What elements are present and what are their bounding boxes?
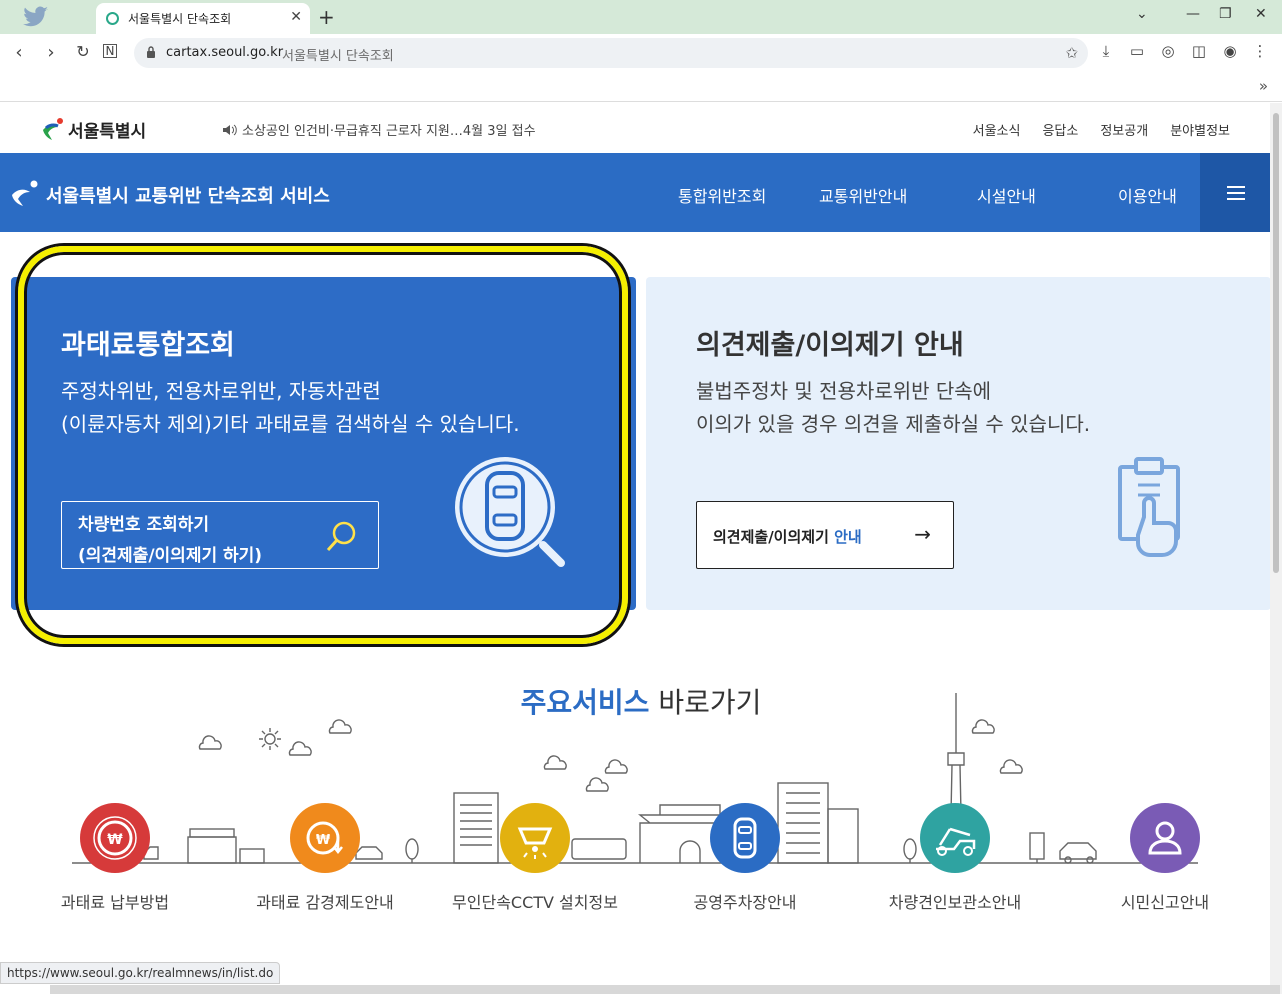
- profile-icon[interactable]: ◉: [1220, 42, 1240, 60]
- objection-guide-card: 의견제출/이의제기 안내 불법주정차 및 전용차로위반 단속에 이의가 있을 경…: [646, 277, 1270, 610]
- tab-active[interactable]: 서울특별시 단속조회 ✕: [96, 3, 310, 34]
- browser-window: 서울특별시 단속조회 ✕ + ⌄ — ❐ ✕ ‹ › ↻ N cartax.se…: [0, 0, 1282, 994]
- objection-heading: 의견제출/이의제기 안내: [696, 330, 964, 361]
- objection-desc-1: 불법주정차 및 전용차로위반 단속에: [696, 379, 992, 403]
- menu-facility-guide[interactable]: 시설안내: [977, 183, 1036, 207]
- reader-mode-icon[interactable]: N: [103, 44, 117, 58]
- car-top-view-icon: [710, 803, 780, 873]
- top-links: 서울소식 응답소 정보공개 분야별정보: [973, 120, 1230, 139]
- seoul-logo-mark-icon: [43, 118, 63, 140]
- cctv-camera-icon: [500, 803, 570, 873]
- menu-integrated-search[interactable]: 통합위반조회: [678, 183, 766, 207]
- tab-title: 서울특별시 단속조회: [128, 12, 232, 26]
- service-label: 차량견인보관소안내: [888, 893, 1022, 912]
- status-bar-url: https://www.seoul.go.kr/realmnews/in/lis…: [0, 962, 281, 984]
- forward-icon[interactable]: ›: [40, 42, 62, 63]
- sidebar-icon[interactable]: ◫: [1189, 42, 1209, 60]
- cast-icon[interactable]: ▭: [1127, 42, 1147, 60]
- service-label: 공영주차장안내: [693, 893, 797, 912]
- service-title[interactable]: 서울특별시 교통위반 단속조회 서비스: [46, 182, 330, 208]
- tab-list-chevron-icon[interactable]: ⌄: [1136, 6, 1148, 22]
- close-window-icon[interactable]: ✕: [1255, 6, 1267, 22]
- top-link-info-disclosure[interactable]: 정보공개: [1100, 120, 1148, 139]
- hamburger-menu-icon[interactable]: [1200, 153, 1270, 232]
- objection-desc-2: 이의가 있을 경우 의견을 제출하실 수 있습니다.: [696, 412, 1091, 436]
- won-refund-icon: ₩: [290, 803, 360, 873]
- top-link-field-info[interactable]: 분야별정보: [1170, 120, 1230, 139]
- main-navigation: 서울특별시 교통위반 단속조회 서비스 통합위반조회 교통위반안내 시설안내 이…: [0, 153, 1270, 232]
- new-tab-button[interactable]: +: [318, 5, 335, 29]
- notice-ticker[interactable]: 소상공인 인건비·무급휴직 근로자 지원…4월 3일 접수: [222, 120, 536, 139]
- service-label: 시민신고안내: [1120, 893, 1210, 912]
- scrollbar-thumb[interactable]: [1273, 113, 1279, 573]
- notice-text: 소상공인 인건비·무급휴직 근로자 지원…4월 3일 접수: [242, 124, 536, 139]
- speaker-icon: [223, 124, 237, 135]
- address-bar[interactable]: cartax.seoul.go.kr 서울특별시 단속조회 ✩: [134, 38, 1088, 68]
- bookmarks-more-icon[interactable]: »: [1259, 77, 1268, 95]
- minimize-icon[interactable]: —: [1186, 6, 1200, 22]
- seoul-logo-text: 서울특별시: [68, 121, 147, 142]
- site-favicon-icon: [106, 12, 119, 25]
- arrow-right-icon: →: [914, 522, 931, 546]
- browser-toolbar: ‹ › ↻ N cartax.seoul.go.kr 서울특별시 단속조회 ✩ …: [0, 34, 1282, 72]
- top-link-response[interactable]: 응답소: [1042, 120, 1078, 139]
- svg-text:₩: ₩: [107, 832, 123, 848]
- tab-close-icon[interactable]: ✕: [290, 9, 302, 25]
- back-icon[interactable]: ‹: [8, 42, 30, 63]
- menu-violation-guide[interactable]: 교통위반안내: [819, 183, 907, 207]
- url-domain: cartax.seoul.go.kr: [166, 45, 284, 60]
- objection-guide-button[interactable]: 의견제출/이의제기 안내 →: [696, 501, 954, 569]
- page-content: 서울특별시 소상공인 인건비·무급휴직 근로자 지원…4월 3일 접수 서울소식…: [0, 103, 1270, 994]
- bookmarks-bar: »: [0, 72, 1282, 102]
- yellow-highlight-outline: [18, 246, 628, 644]
- svg-text:₩: ₩: [316, 833, 331, 848]
- seoul-logo[interactable]: 서울특별시: [40, 115, 146, 143]
- person-icon: [1130, 803, 1200, 873]
- url-page-title: 서울특별시 단속조회: [282, 49, 394, 64]
- service-label: 과태료 감경제도안내: [256, 893, 394, 912]
- cityscape-illustration: [72, 693, 1198, 864]
- bookmark-star-icon[interactable]: ✩: [1065, 44, 1078, 62]
- lock-icon: [147, 46, 155, 58]
- twitter-bird-icon[interactable]: [22, 6, 50, 28]
- tow-truck-icon: [920, 803, 990, 873]
- screenshot-icon[interactable]: ◎: [1158, 42, 1178, 60]
- service-label: 무인단속CCTV 설치정보: [452, 893, 618, 912]
- service-label: 과태료 납부방법: [60, 893, 170, 912]
- site-logo-icon: [12, 180, 38, 206]
- reload-icon[interactable]: ↻: [72, 42, 94, 61]
- clipboard-hand-icon: [1118, 457, 1180, 557]
- objection-button-label: 의견제출/이의제기 안내: [713, 528, 862, 546]
- vertical-scrollbar[interactable]: [1270, 103, 1282, 994]
- menu-dots-icon[interactable]: ⋮: [1250, 42, 1270, 60]
- horizontal-scrollbar[interactable]: [50, 985, 1280, 994]
- restore-icon[interactable]: ❐: [1219, 6, 1232, 22]
- top-link-news[interactable]: 서울소식: [973, 120, 1021, 139]
- won-coin-icon: ₩: [80, 803, 150, 873]
- seoul-top-bar: 서울특별시 소상공인 인건비·무급휴직 근로자 지원…4월 3일 접수 서울소식…: [0, 103, 1270, 153]
- tab-strip: 서울특별시 단속조회 ✕ + ⌄ — ❐ ✕: [0, 0, 1282, 34]
- menu-usage-guide[interactable]: 이용안내: [1118, 183, 1177, 207]
- download-icon[interactable]: ⤓: [1096, 42, 1116, 60]
